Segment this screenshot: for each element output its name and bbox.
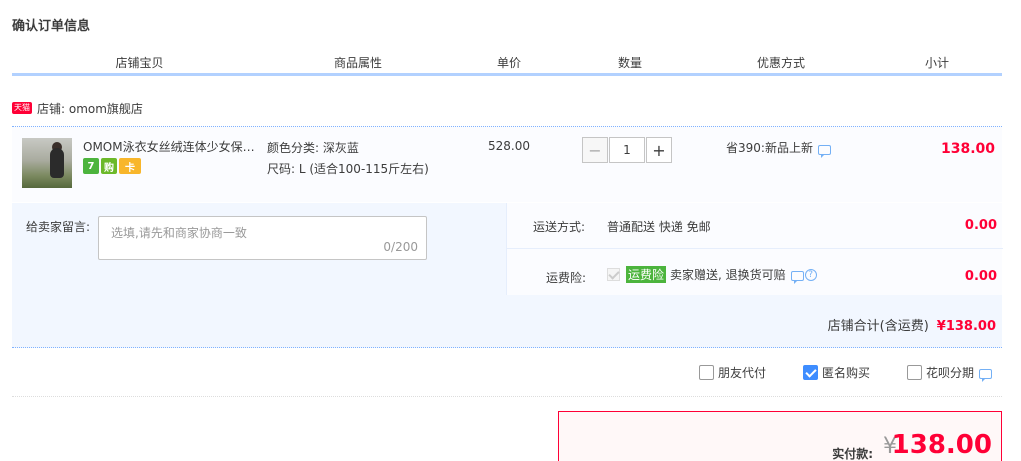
product-name-link[interactable]: OMOM泳衣女丝绒连体少女保守遮肚显瘦 (83, 138, 258, 155)
tmall-logo-icon: 天猫 (12, 102, 32, 114)
service-badges: 7 购 卡 (83, 158, 141, 174)
shipping-fee: 0.00 (964, 218, 997, 233)
friend-pay-label: 朋友代付 (718, 366, 767, 380)
seven-day-return-icon[interactable]: 7 (83, 158, 99, 174)
shipping-method-row: 运送方式: 普通配送 快递 免邮 0.00 (507, 203, 1003, 249)
seller-memo-counter: 0/200 (383, 240, 418, 254)
shop-line: 天猫 店铺: omom旗舰店 (12, 100, 143, 116)
column-header-item: 店铺宝贝 (115, 56, 164, 70)
column-header-subtotal: 小计 (924, 56, 949, 70)
shipping-insurance-label: 运费险: (546, 271, 587, 285)
discount-info: 省390:新品上新 (726, 139, 831, 158)
column-header-quantity: 数量 (617, 56, 642, 70)
column-header-attributes: 商品属性 (333, 56, 382, 70)
discount-text: 省390:新品上新 (726, 141, 813, 155)
chat-bubble-icon[interactable] (979, 369, 993, 382)
shop-total: 店铺合计(含运费) ¥138.00 (828, 315, 996, 334)
option-friend-pay[interactable]: 朋友代付 (699, 364, 766, 381)
shipping-method-value: 普通配送 快递 免邮 (607, 220, 711, 234)
shipping-insurance-row: 运费险: 运费险 卖家赠送, 退换货可赔 ? 0.00 (507, 250, 1003, 295)
column-header-unit-price: 单价 (496, 56, 521, 70)
item-subtotal: 138.00 (940, 141, 995, 157)
seller-memo-placeholder: 选填,请先和商家协商一致 (111, 226, 247, 240)
shop-total-amount: ¥138.00 (936, 319, 996, 334)
shipping-insurance-tag: 运费险 (626, 266, 667, 283)
order-extras-area: 给卖家留言: 选填,请先和商家协商一致 0/200 运送方式: 普通配送 快递 … (12, 203, 1003, 348)
shopping-guarantee-icon[interactable]: 购 (101, 158, 117, 174)
chat-bubble-icon[interactable] (817, 145, 831, 158)
chat-bubble-icon[interactable] (790, 271, 804, 284)
quantity-input[interactable] (609, 137, 645, 163)
seller-memo-label: 给卖家留言: (26, 220, 91, 234)
anonymous-label: 匿名购买 (822, 366, 871, 380)
anonymous-checkbox[interactable] (803, 365, 819, 380)
order-item-row: OMOM泳衣女丝绒连体少女保守遮肚显瘦 7 购 卡 颜色分类: 深灰蓝 尺码: … (12, 126, 1002, 202)
huabei-label: 花呗分期 (926, 366, 975, 380)
credit-card-icon[interactable]: 卡 (119, 158, 141, 174)
order-table-header: 店铺宝贝 商品属性 单价 数量 优惠方式 小计 (12, 51, 1002, 76)
shipping-method-label: 运送方式: (533, 220, 586, 234)
shipping-insurance-text: 卖家赠送, 退换货可赔 (670, 268, 786, 282)
huabei-checkbox[interactable] (907, 365, 923, 380)
payment-amount: 138.00 (891, 430, 992, 460)
quantity-decrease-button[interactable]: − (582, 137, 608, 163)
divider (12, 396, 1002, 397)
shipping-insurance-fee: 0.00 (964, 269, 997, 284)
payment-label: 实付款: (832, 447, 873, 461)
seller-memo-textarea[interactable]: 选填,请先和商家协商一致 0/200 (98, 216, 427, 260)
column-header-discount: 优惠方式 (756, 56, 805, 70)
option-huabei[interactable]: 花呗分期 (907, 364, 993, 382)
product-color-attribute: 颜色分类: 深灰蓝 (267, 141, 359, 155)
help-question-icon[interactable]: ? (804, 268, 817, 281)
shop-total-label: 店铺合计(含运费) (827, 319, 929, 334)
page-title: 确认订单信息 (12, 19, 91, 34)
quantity-increase-button[interactable]: + (646, 137, 672, 163)
payment-summary: 实付款: ¥ 138.00 (558, 411, 1002, 461)
shipping-panel: 运送方式: 普通配送 快递 免邮 0.00 运费险: 运费险 卖家赠送, 退换货… (506, 203, 1003, 295)
order-options: 朋友代付 匿名购买 花呗分期 (699, 364, 993, 382)
unit-price: 528.00 (488, 139, 530, 153)
option-anonymous[interactable]: 匿名购买 (803, 364, 870, 381)
friend-pay-checkbox[interactable] (699, 365, 714, 380)
shop-name-link[interactable]: 店铺: omom旗舰店 (37, 100, 143, 117)
quantity-stepper: − + (582, 137, 672, 163)
product-size-attribute: 尺码: L (适合100-115斤左右) (267, 162, 429, 176)
product-thumbnail[interactable] (22, 138, 72, 188)
shipping-insurance-info: 运费险 卖家赠送, 退换货可赔 ? (607, 266, 817, 284)
shipping-insurance-checkbox[interactable] (607, 268, 620, 281)
